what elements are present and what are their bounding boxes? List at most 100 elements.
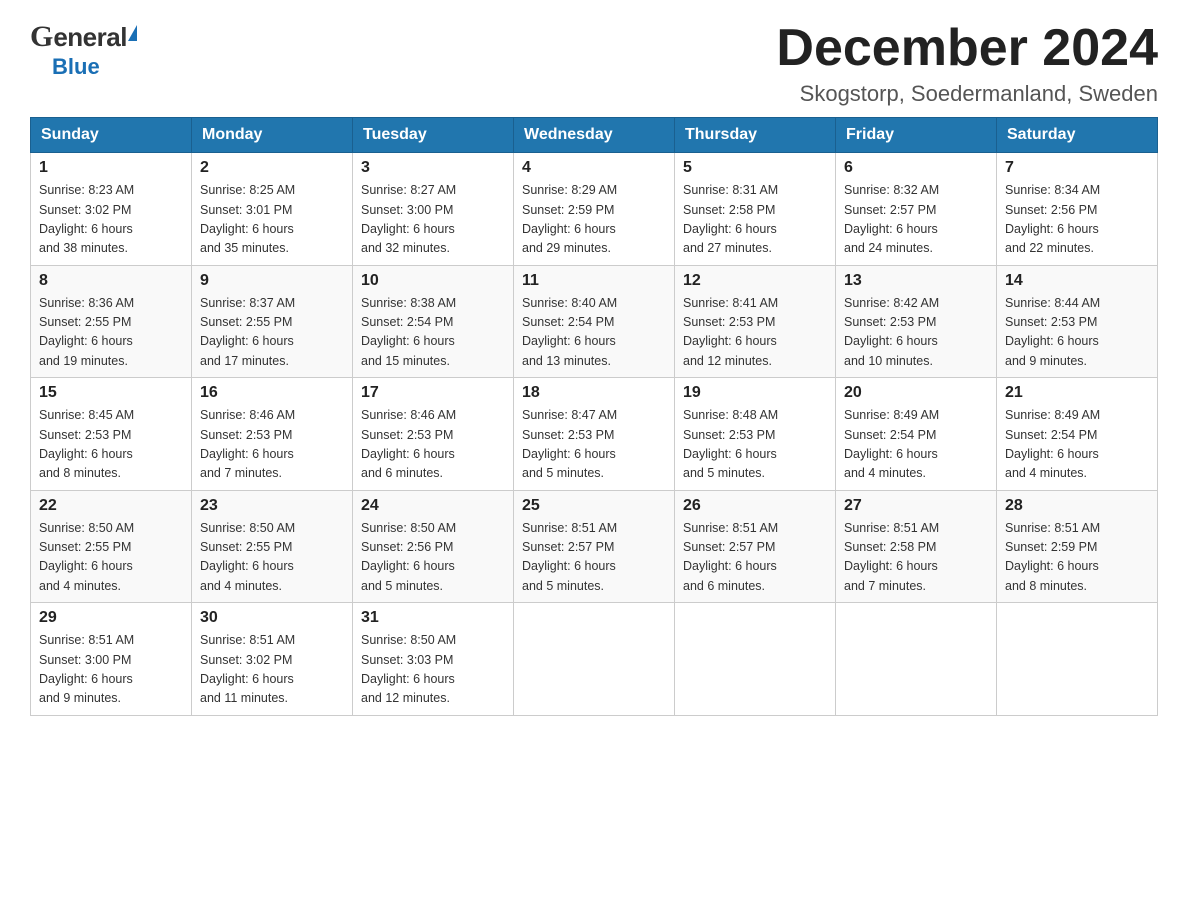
table-row: 6Sunrise: 8:32 AMSunset: 2:57 PMDaylight… [836,153,997,266]
table-row: 30 Sunrise: 8:51 AMSunset: 3:02 PMDayligh… [192,603,353,716]
table-row: 28Sunrise: 8:51 AMSunset: 2:59 PMDayligh… [997,490,1158,603]
col-thursday: Thursday [675,118,836,153]
day-number: 27 [844,497,988,515]
day-number: 28 [1005,497,1149,515]
day-info: Sunrise: 8:46 AMSunset: 2:53 PMDaylight:… [361,406,505,484]
table-row: 4 Sunrise: 8:29 AMSunset: 2:59 PMDaylight… [514,153,675,266]
table-row: 14 Sunrise: 8:44 AMSunset: 2:53 PMDayligh… [997,265,1158,378]
table-row: 5 Sunrise: 8:31 AMSunset: 2:58 PMDaylight… [675,153,836,266]
day-number: 6 [844,159,988,177]
day-number: 16 [200,384,344,402]
table-row: 24 Sunrise: 8:50 AMSunset: 2:56 PMDayligh… [353,490,514,603]
day-info: Sunrise: 8:50 AMSunset: 2:55 PMDaylight:… [39,519,183,597]
col-sunday: Sunday [31,118,192,153]
day-number: 1 [39,159,183,177]
table-row [675,603,836,716]
calendar-week-row: 15 Sunrise: 8:45 AMSunset: 2:53 PMDayligh… [31,378,1158,491]
day-number: 7 [1005,159,1149,177]
day-info: Sunrise: 8:25 AMSunset: 3:01 PMDaylight:… [200,181,344,259]
day-info: Sunrise: 8:51 AMSunset: 2:58 PMDaylight:… [844,519,988,597]
table-row: 9Sunrise: 8:37 AMSunset: 2:55 PMDaylight… [192,265,353,378]
day-info: Sunrise: 8:47 AMSunset: 2:53 PMDaylight:… [522,406,666,484]
calendar-week-row: 29 Sunrise: 8:51 AMSunset: 3:00 PMDayligh… [31,603,1158,716]
col-tuesday: Tuesday [353,118,514,153]
day-number: 20 [844,384,988,402]
day-info: Sunrise: 8:27 AMSunset: 3:00 PMDaylight:… [361,181,505,259]
day-number: 12 [683,272,827,290]
day-info: Sunrise: 8:36 AMSunset: 2:55 PMDaylight:… [39,294,183,372]
month-title: December 2024 [776,20,1158,77]
day-info: Sunrise: 8:51 AMSunset: 3:02 PMDaylight:… [200,631,344,709]
table-row: 17Sunrise: 8:46 AMSunset: 2:53 PMDayligh… [353,378,514,491]
day-info: Sunrise: 8:51 AMSunset: 3:00 PMDaylight:… [39,631,183,709]
day-info: Sunrise: 8:45 AMSunset: 2:53 PMDaylight:… [39,406,183,484]
table-row: 1Sunrise: 8:23 AMSunset: 3:02 PMDaylight… [31,153,192,266]
day-info: Sunrise: 8:41 AMSunset: 2:53 PMDaylight:… [683,294,827,372]
day-number: 14 [1005,272,1149,290]
calendar-week-row: 22Sunrise: 8:50 AMSunset: 2:55 PMDayligh… [31,490,1158,603]
table-row: 18 Sunrise: 8:47 AMSunset: 2:53 PMDayligh… [514,378,675,491]
table-row: 20 Sunrise: 8:49 AMSunset: 2:54 PMDayligh… [836,378,997,491]
logo-blue-label: Blue [52,54,137,80]
day-info: Sunrise: 8:31 AMSunset: 2:58 PMDaylight:… [683,181,827,259]
day-info: Sunrise: 8:46 AMSunset: 2:53 PMDaylight:… [200,406,344,484]
day-info: Sunrise: 8:38 AMSunset: 2:54 PMDaylight:… [361,294,505,372]
logo-eneral: eneral [53,22,127,53]
day-number: 10 [361,272,505,290]
calendar-header: Sunday Monday Tuesday Wednesday Thursday… [31,118,1158,153]
table-row: 31Sunrise: 8:50 AMSunset: 3:03 PMDayligh… [353,603,514,716]
table-row: 23Sunrise: 8:50 AMSunset: 2:55 PMDayligh… [192,490,353,603]
day-number: 18 [522,384,666,402]
table-row: 21 Sunrise: 8:49 AMSunset: 2:54 PMDayligh… [997,378,1158,491]
day-info: Sunrise: 8:29 AMSunset: 2:59 PMDaylight:… [522,181,666,259]
day-info: Sunrise: 8:49 AMSunset: 2:54 PMDaylight:… [1005,406,1149,484]
day-number: 29 [39,609,183,627]
day-number: 4 [522,159,666,177]
col-friday: Friday [836,118,997,153]
day-number: 5 [683,159,827,177]
table-row [836,603,997,716]
day-number: 15 [39,384,183,402]
day-info: Sunrise: 8:50 AMSunset: 2:55 PMDaylight:… [200,519,344,597]
col-wednesday: Wednesday [514,118,675,153]
table-row: 19Sunrise: 8:48 AMSunset: 2:53 PMDayligh… [675,378,836,491]
table-row: 29 Sunrise: 8:51 AMSunset: 3:00 PMDayligh… [31,603,192,716]
day-info: Sunrise: 8:44 AMSunset: 2:53 PMDaylight:… [1005,294,1149,372]
logo-triangle-icon [128,25,137,41]
day-info: Sunrise: 8:37 AMSunset: 2:55 PMDaylight:… [200,294,344,372]
logo: G eneral Blue [30,20,137,80]
calendar-week-row: 1Sunrise: 8:23 AMSunset: 3:02 PMDaylight… [31,153,1158,266]
day-number: 8 [39,272,183,290]
day-number: 2 [200,159,344,177]
day-info: Sunrise: 8:48 AMSunset: 2:53 PMDaylight:… [683,406,827,484]
calendar-week-row: 8 Sunrise: 8:36 AMSunset: 2:55 PMDaylight… [31,265,1158,378]
day-number: 24 [361,497,505,515]
calendar-header-row: Sunday Monday Tuesday Wednesday Thursday… [31,118,1158,153]
day-info: Sunrise: 8:40 AMSunset: 2:54 PMDaylight:… [522,294,666,372]
col-monday: Monday [192,118,353,153]
table-row: 15 Sunrise: 8:45 AMSunset: 2:53 PMDayligh… [31,378,192,491]
logo-g: G [30,20,53,54]
table-row: 10 Sunrise: 8:38 AMSunset: 2:54 PMDayligh… [353,265,514,378]
table-row: 25Sunrise: 8:51 AMSunset: 2:57 PMDayligh… [514,490,675,603]
table-row: 2 Sunrise: 8:25 AMSunset: 3:01 PMDaylight… [192,153,353,266]
day-info: Sunrise: 8:42 AMSunset: 2:53 PMDaylight:… [844,294,988,372]
table-row: 8 Sunrise: 8:36 AMSunset: 2:55 PMDaylight… [31,265,192,378]
calendar-body: 1Sunrise: 8:23 AMSunset: 3:02 PMDaylight… [31,153,1158,716]
table-row [514,603,675,716]
table-row: 11Sunrise: 8:40 AMSunset: 2:54 PMDayligh… [514,265,675,378]
table-row: 7Sunrise: 8:34 AMSunset: 2:56 PMDaylight… [997,153,1158,266]
table-row: 22Sunrise: 8:50 AMSunset: 2:55 PMDayligh… [31,490,192,603]
day-number: 13 [844,272,988,290]
col-saturday: Saturday [997,118,1158,153]
table-row: 3Sunrise: 8:27 AMSunset: 3:00 PMDaylight… [353,153,514,266]
day-info: Sunrise: 8:49 AMSunset: 2:54 PMDaylight:… [844,406,988,484]
table-row: 27 Sunrise: 8:51 AMSunset: 2:58 PMDayligh… [836,490,997,603]
day-number: 21 [1005,384,1149,402]
calendar-table: Sunday Monday Tuesday Wednesday Thursday… [30,117,1158,716]
table-row: 26Sunrise: 8:51 AMSunset: 2:57 PMDayligh… [675,490,836,603]
day-info: Sunrise: 8:50 AMSunset: 2:56 PMDaylight:… [361,519,505,597]
day-number: 30 [200,609,344,627]
day-number: 26 [683,497,827,515]
page-header: G eneral Blue December 2024 Skogstorp, S… [30,20,1158,107]
